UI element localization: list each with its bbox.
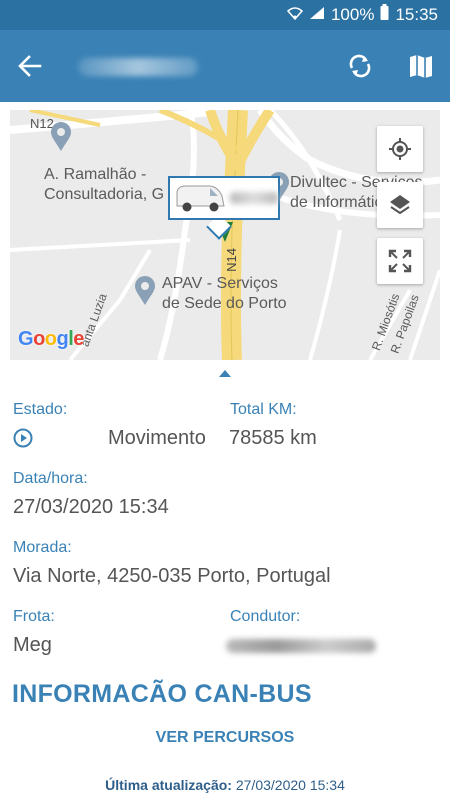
vehicle-plate-redacted: [230, 192, 278, 204]
place-label-apav-2[interactable]: de Sede do Porto: [162, 294, 287, 314]
canbus-section-title[interactable]: INFORMACÃO CAN-BUS: [12, 680, 312, 709]
road-label-n14: N14: [223, 248, 239, 272]
last-update: Última atualização: 27/03/2020 15:34: [0, 777, 450, 793]
map-icon: [410, 55, 432, 78]
morada-value: Via Norte, 4250-035 Porto, Portugal: [13, 565, 331, 587]
van-icon: [176, 185, 225, 212]
clock: 15:35: [395, 4, 438, 24]
battery-icon: [380, 4, 389, 25]
estado-label: Estado:: [13, 401, 68, 418]
condutor-label: Condutor:: [230, 608, 301, 625]
back-button[interactable]: [12, 48, 48, 84]
app-bar: [0, 30, 450, 102]
collapse-map-icon[interactable]: [219, 370, 231, 377]
my-location-button[interactable]: [377, 126, 423, 172]
last-update-value: 27/03/2020 15:34: [235, 777, 345, 793]
place-label-apav-1[interactable]: APAV - Serviços: [162, 274, 278, 294]
condutor-value-redacted: [226, 639, 376, 653]
battery-percent: 100%: [330, 4, 375, 24]
map-view[interactable]: N12 N14 A. Ramalhão - Consultadoria, G D…: [10, 110, 440, 360]
fullscreen-icon: [388, 249, 412, 273]
signal-icon: [309, 5, 325, 25]
status-bar: 100% 15:35: [0, 0, 450, 30]
morada-label: Morada:: [13, 539, 72, 556]
frota-label: Frota:: [13, 608, 55, 625]
my-location-icon: [389, 138, 411, 160]
play-circle-icon: [13, 428, 33, 453]
refresh-button[interactable]: [342, 48, 378, 84]
view-routes-button[interactable]: VER PERCURSOS: [100, 722, 350, 754]
refresh-icon: [349, 54, 371, 78]
fullscreen-button[interactable]: [377, 238, 423, 284]
estado-value: Movimento: [108, 427, 206, 449]
map-view-button[interactable]: [403, 48, 439, 84]
datahora-label: Data/hora:: [13, 470, 88, 487]
datahora-value: 27/03/2020 15:34: [13, 496, 169, 518]
place-label-ramalhao-1[interactable]: A. Ramalhão -: [44, 165, 146, 185]
frota-value: Meg: [13, 634, 52, 656]
layers-icon: [390, 195, 410, 215]
last-update-label: Última atualização:: [105, 777, 232, 793]
total-km-value: 78585 km: [229, 427, 317, 449]
total-km-label: Total KM:: [230, 401, 297, 418]
place-pin-icon[interactable]: [50, 122, 72, 152]
place-pin-icon[interactable]: [134, 276, 156, 306]
layers-button[interactable]: [377, 182, 423, 228]
place-label-ramalhao-2[interactable]: Consultadoria, G: [44, 185, 164, 205]
google-logo: Google: [18, 328, 84, 350]
status-icons: 100% 15:35: [286, 4, 438, 25]
wifi-icon: [286, 5, 304, 25]
vehicle-popup[interactable]: [168, 176, 280, 220]
vehicle-title-redacted: [78, 58, 198, 76]
back-arrow-icon: [18, 55, 42, 77]
